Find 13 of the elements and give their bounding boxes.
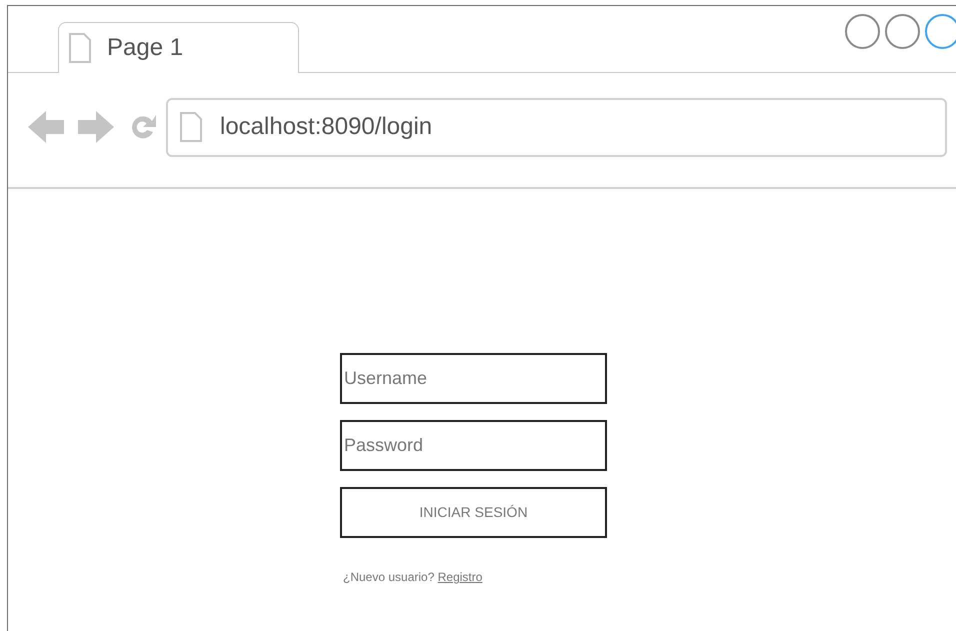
login-button[interactable]: INICIAR SESIÓN [340, 487, 607, 538]
window-control-icon[interactable] [885, 14, 920, 49]
window-control-icon[interactable] [845, 14, 880, 49]
password-field[interactable]: Password [340, 420, 607, 471]
url-text: localhost:8090/login [220, 112, 432, 142]
address-bar[interactable]: localhost:8090/login [166, 98, 947, 156]
page-icon [69, 33, 91, 63]
username-field[interactable]: Username [340, 353, 607, 404]
window-control-icon[interactable] [925, 14, 956, 49]
register-prompt: ¿Nuevo usuario? Registro [343, 569, 482, 586]
register-link[interactable]: Registro [438, 570, 482, 584]
page-icon [180, 112, 202, 142]
browser-tab[interactable]: Page 1 [58, 22, 299, 73]
